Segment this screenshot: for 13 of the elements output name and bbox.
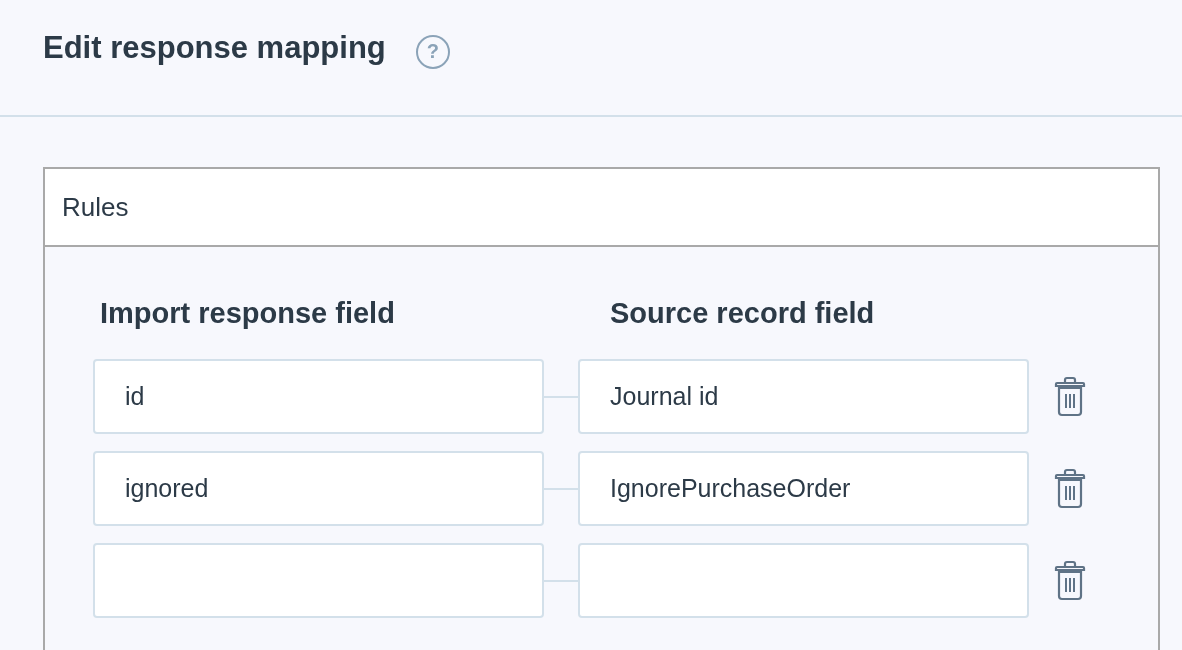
source-field-input[interactable] xyxy=(578,543,1029,618)
import-field-input[interactable]: ignored xyxy=(93,451,544,526)
source-field-input[interactable]: Journal id xyxy=(578,359,1029,434)
column-heading: Source record field xyxy=(609,297,876,330)
trash-icon[interactable] xyxy=(1054,559,1086,602)
column-heading: Import response field xyxy=(99,297,396,330)
import-field-input[interactable] xyxy=(93,543,544,618)
panel-title: Rules xyxy=(45,169,1158,247)
trash-icon[interactable] xyxy=(1054,467,1086,510)
trash-icon[interactable] xyxy=(1054,375,1086,418)
import-field-input[interactable]: id xyxy=(93,359,544,434)
source-field-input[interactable]: IgnorePurchaseOrder xyxy=(578,451,1029,526)
page-title: Edit response mapping xyxy=(43,29,386,66)
